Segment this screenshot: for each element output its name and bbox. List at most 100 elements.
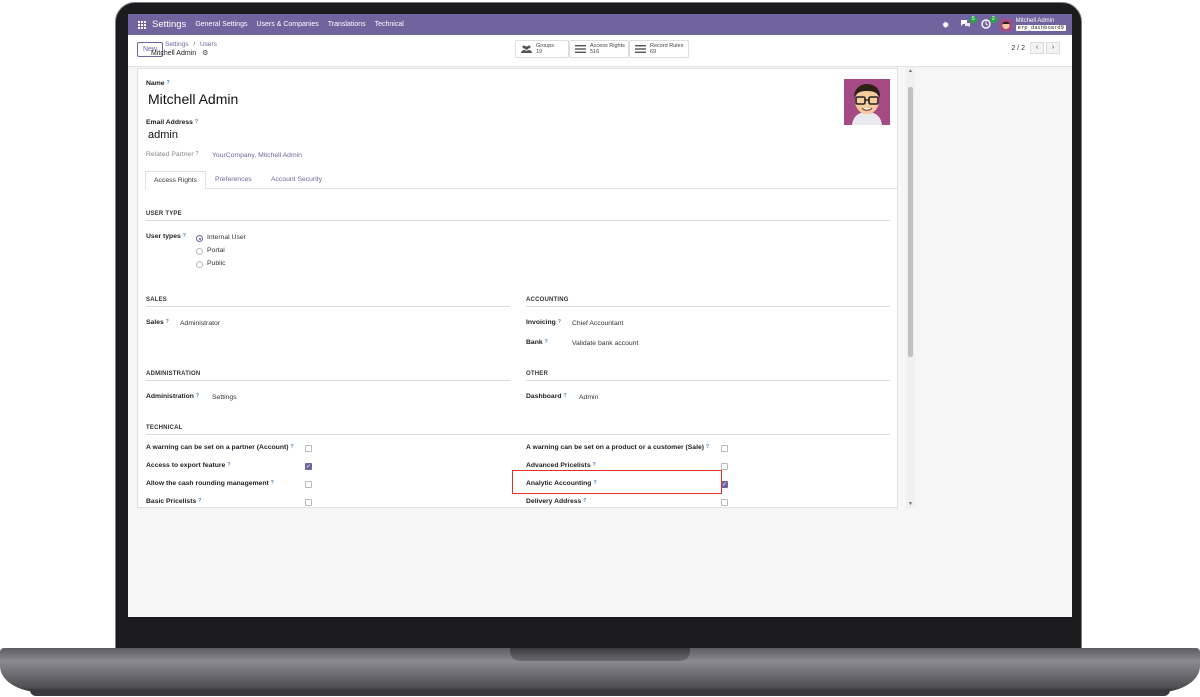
administration-label: Administration? <box>146 393 200 400</box>
analytic-accounting-highlight <box>512 470 722 494</box>
section-divider <box>146 220 890 221</box>
radio-public-label[interactable]: Public <box>207 260 226 267</box>
tech-left-checkbox-3[interactable] <box>305 499 312 506</box>
record-rules-smart-button[interactable]: Record Rules 69 <box>629 40 689 58</box>
dashboard-label: Dashboard? <box>526 393 567 400</box>
record-title: Mitchell Admin <box>151 50 197 57</box>
tech-right-checkbox-1[interactable] <box>721 463 728 470</box>
apps-menu-icon[interactable] <box>138 20 146 29</box>
email-field[interactable]: admin <box>148 129 178 141</box>
name-label: Name? <box>146 80 170 87</box>
user-avatar[interactable] <box>999 18 1012 31</box>
tech-left-checkbox-0[interactable] <box>305 445 312 452</box>
radio-portal-label[interactable]: Portal <box>207 247 225 254</box>
access-rights-smart-button[interactable]: Access Rights 516 <box>569 40 629 58</box>
section-sales: SALES <box>146 297 168 303</box>
bug-icon[interactable]: ✹ <box>940 19 952 31</box>
chevron-right-icon[interactable]: › <box>1046 42 1060 54</box>
tech-right-checkbox-3[interactable] <box>721 499 728 506</box>
tech-left-checkbox-2[interactable] <box>305 481 312 488</box>
access-rights-count: 516 <box>590 49 600 55</box>
sales-select[interactable]: Administrator <box>180 320 220 327</box>
control-panel: New Settings / Users Mitchell Admin ⚙ Gr… <box>128 35 1072 67</box>
form-view: Name? Mitchell Admin Email Address? admi… <box>128 67 1072 617</box>
tech-left-label-1: Access to export feature? <box>146 462 231 469</box>
app-brand[interactable]: Settings <box>152 19 186 30</box>
user-name: Mitchell Admin <box>1015 17 1055 24</box>
chat-icon[interactable]: 5 <box>960 15 977 31</box>
groups-count: 19 <box>536 49 543 55</box>
menu-technical[interactable]: Technical <box>375 21 404 28</box>
section-divider <box>146 380 510 381</box>
section-accounting: ACCOUNTING <box>526 297 569 303</box>
section-technical: TECHNICAL <box>146 425 183 431</box>
user-photo[interactable] <box>844 79 890 125</box>
dashboard-select[interactable]: Admin <box>579 394 598 401</box>
user-menu[interactable]: Mitchell Admin erp_dashboard9 <box>1015 17 1066 32</box>
breadcrumb-settings[interactable]: Settings <box>165 41 189 48</box>
administration-select[interactable]: Settings <box>212 394 237 401</box>
section-other: OTHER <box>526 371 548 377</box>
chevron-left-icon[interactable]: ‹ <box>1030 42 1044 54</box>
name-field[interactable]: Mitchell Admin <box>148 91 238 107</box>
laptop-foot <box>30 690 1170 696</box>
screen: Settings General Settings Users & Compan… <box>128 14 1072 617</box>
laptop-frame: Settings General Settings Users & Compan… <box>0 0 1200 697</box>
radio-internal-user[interactable] <box>196 235 203 242</box>
navbar-systray: ✹ 5 2 Mitchell Admin erp_dashboard9 <box>940 14 1072 35</box>
tech-right-label-1: Advanced Pricelists? <box>526 462 596 469</box>
list-icon <box>575 45 586 53</box>
form-scrollbar[interactable]: ▲ ▼ <box>906 67 915 508</box>
bank-label: Bank? <box>526 339 548 346</box>
pager-value[interactable]: 2 / 2 <box>1011 45 1025 52</box>
sales-label: Sales? <box>146 319 169 326</box>
section-administration: ADMINISTRATION <box>146 371 201 377</box>
email-label: Email Address? <box>146 119 199 126</box>
section-divider <box>146 306 510 307</box>
section-user-type: USER TYPE <box>146 211 182 217</box>
tech-left-checkbox-1[interactable]: ✓ <box>305 463 312 470</box>
radio-internal-user-label[interactable]: Internal User <box>207 234 246 241</box>
invoicing-select[interactable]: Chief Accountant <box>572 320 623 327</box>
radio-portal[interactable] <box>196 248 203 255</box>
tech-left-label-2: Allow the cash rounding management? <box>146 480 274 487</box>
database-name: erp_dashboard9 <box>1015 24 1066 31</box>
tech-right-label-3: Delivery Address? <box>526 498 587 505</box>
breadcrumb-separator: / <box>193 41 196 48</box>
scroll-thumb[interactable] <box>908 87 913 357</box>
tech-right-checkbox-0[interactable] <box>721 445 728 452</box>
gear-icon[interactable]: ⚙ <box>202 49 208 57</box>
activity-badge: 2 <box>989 15 997 23</box>
tech-left-label-3: Basic Pricelists? <box>146 498 202 505</box>
tech-right-checkbox-2[interactable]: ✓ <box>721 481 728 488</box>
breadcrumb: Settings / Users <box>165 41 217 48</box>
record-rules-count: 69 <box>650 49 657 55</box>
scroll-down-icon[interactable]: ▼ <box>906 500 915 508</box>
section-divider <box>526 380 890 381</box>
laptop-notch <box>510 648 690 661</box>
scroll-up-icon[interactable]: ▲ <box>906 67 915 75</box>
list-icon <box>635 45 646 53</box>
groups-smart-button[interactable]: Groups 19 <box>515 40 569 58</box>
related-partner-link[interactable]: YourCompany, Mitchell Admin <box>212 152 302 159</box>
tab-access-rights[interactable]: Access Rights <box>145 171 207 190</box>
pager: 2 / 2 ‹ › <box>1011 42 1060 54</box>
menu-general-settings[interactable]: General Settings <box>195 21 247 28</box>
invoicing-label: Invoicing? <box>526 319 561 326</box>
menu-users-companies[interactable]: Users & Companies <box>256 21 318 28</box>
activity-icon[interactable]: 2 <box>980 15 997 31</box>
tab-preferences[interactable]: Preferences <box>207 171 260 190</box>
chat-badge: 5 <box>969 15 977 23</box>
user-types-label: User types? <box>146 233 186 240</box>
form-sheet: Name? Mitchell Admin Email Address? admi… <box>137 68 898 508</box>
breadcrumb-users[interactable]: Users <box>200 41 217 48</box>
notebook-tabs: Access Rights Preferences Account Securi… <box>145 171 897 190</box>
users-icon <box>521 45 532 53</box>
tab-account-security[interactable]: Account Security <box>263 171 330 190</box>
radio-public[interactable] <box>196 261 203 268</box>
record-title-row: Mitchell Admin ⚙ <box>151 49 208 57</box>
top-navbar: Settings General Settings Users & Compan… <box>128 14 1072 35</box>
bank-select[interactable]: Validate bank account <box>572 340 638 347</box>
menu-translations[interactable]: Translations <box>328 21 366 28</box>
section-divider <box>146 434 890 435</box>
